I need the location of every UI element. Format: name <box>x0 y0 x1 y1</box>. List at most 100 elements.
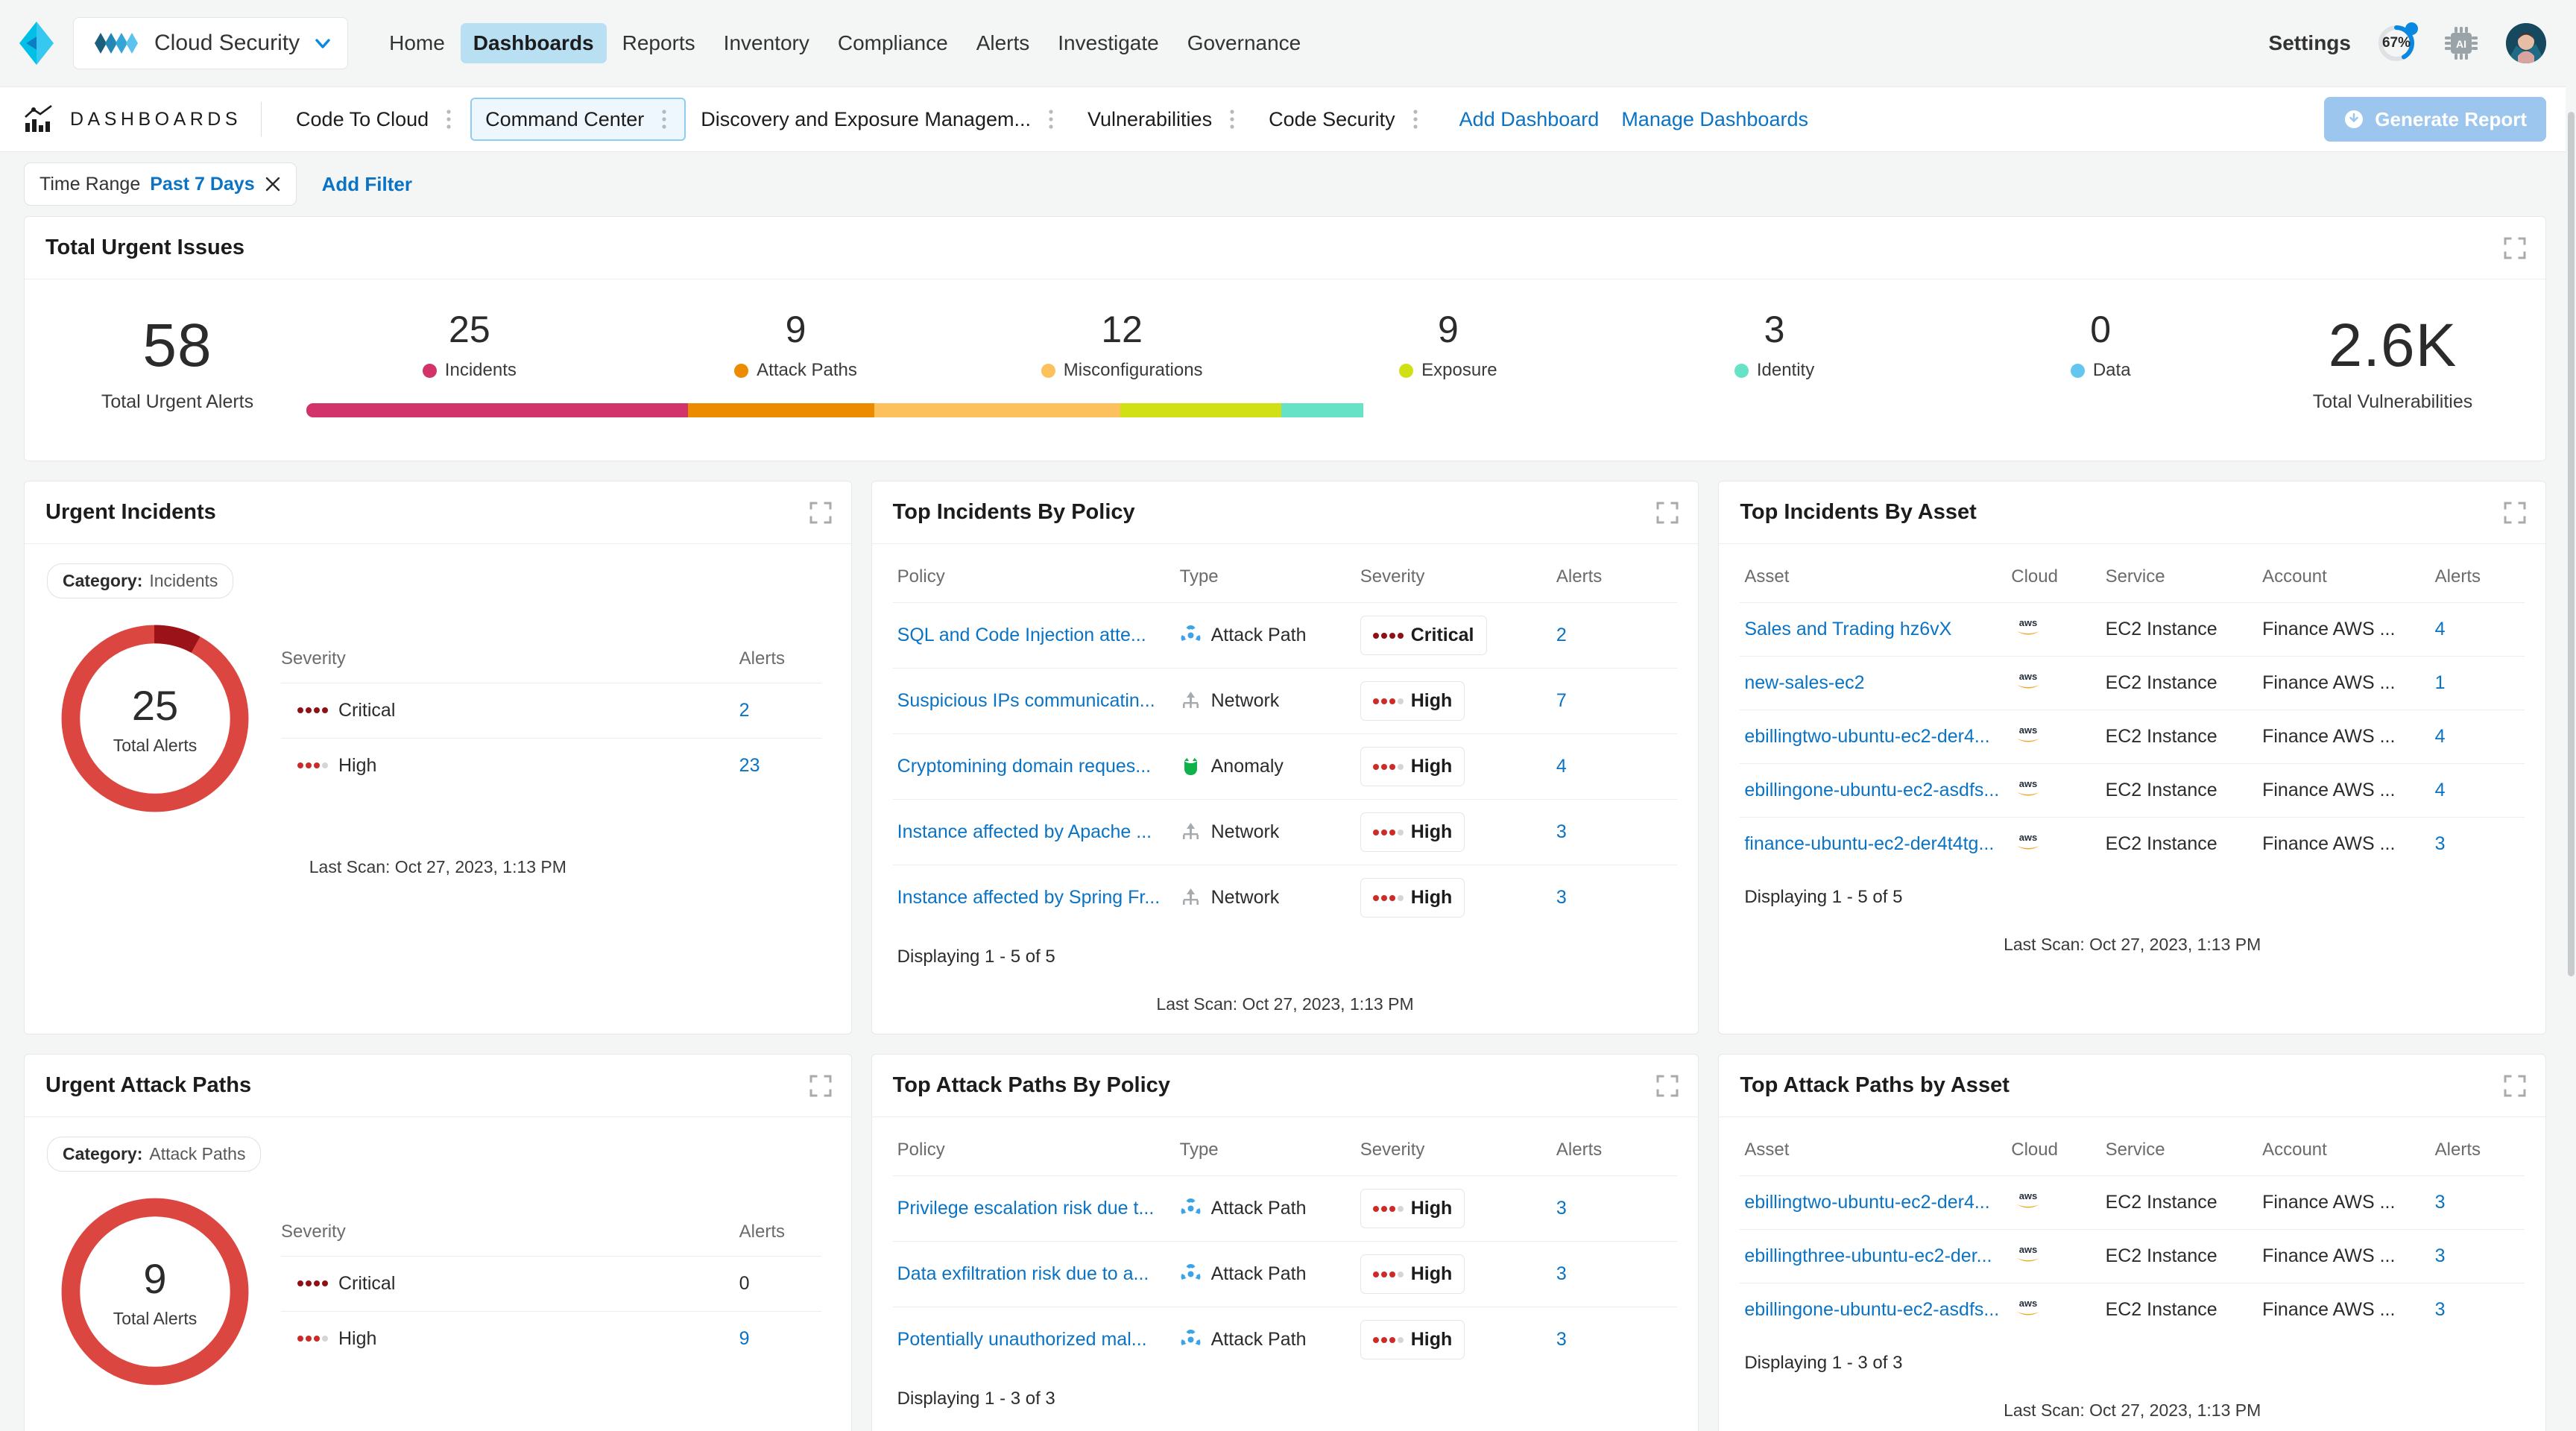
asset-link[interactable]: ebillingone-ubuntu-ec2-asdfs... <box>1744 1299 2002 1321</box>
alert-count-link[interactable]: 4 <box>2435 780 2446 800</box>
onboarding-progress-ring[interactable]: 67% <box>2376 22 2418 63</box>
bar-segment-attack-paths <box>688 403 874 417</box>
ai-chip-icon[interactable]: AI <box>2442 24 2481 63</box>
asset-link[interactable]: ebillingtwo-ubuntu-ec2-der4... <box>1744 726 2002 748</box>
expand-icon[interactable] <box>809 502 832 524</box>
policy-link[interactable]: Instance affected by Apache ... <box>897 821 1171 843</box>
aws-logo: aws <box>2017 724 2040 742</box>
account-value: Finance AWS ... <box>2262 672 2396 693</box>
bar-segment-incidents <box>306 403 689 417</box>
alert-count-link[interactable]: 3 <box>1556 1329 1567 1350</box>
severity-alert-count[interactable]: 23 <box>739 755 821 777</box>
asset-link[interactable]: Sales and Trading hz6vX <box>1744 619 2002 640</box>
nav-item-alerts[interactable]: Alerts <box>964 23 1043 63</box>
expand-icon[interactable] <box>2504 1075 2526 1097</box>
alert-count-link[interactable]: 3 <box>2435 833 2446 854</box>
metric-misconfigurations[interactable]: 12 Misconfigurations <box>959 311 1285 381</box>
alert-count-link[interactable]: 1 <box>2435 672 2446 693</box>
avatar[interactable] <box>2506 23 2546 63</box>
policy-link[interactable]: SQL and Code Injection atte... <box>897 625 1171 646</box>
severity-label: Critical <box>338 699 396 721</box>
palo-alto-networks-logo[interactable] <box>19 22 54 65</box>
alert-count-link[interactable]: 4 <box>1556 756 1567 777</box>
asset-link[interactable]: ebillingtwo-ubuntu-ec2-der4... <box>1744 1192 2002 1213</box>
expand-icon[interactable] <box>2504 237 2526 259</box>
metric-attack-paths[interactable]: 9 Attack Paths <box>633 311 959 381</box>
filter-value[interactable]: Past 7 Days <box>150 174 254 195</box>
nav-item-reports[interactable]: Reports <box>610 23 708 63</box>
alert-count-link[interactable]: 3 <box>2435 1192 2446 1213</box>
policy-link[interactable]: Data exfiltration risk due to a... <box>897 1263 1171 1285</box>
metric-incidents[interactable]: 25 Incidents <box>306 311 633 381</box>
tab-discovery-and-exposure-management[interactable]: Discovery and Exposure Managem... <box>686 98 1073 141</box>
page-scrollbar[interactable] <box>2566 86 2576 1431</box>
asset-link[interactable]: new-sales-ec2 <box>1744 672 2002 694</box>
settings-link[interactable]: Settings <box>2269 31 2351 55</box>
aws-logo: aws <box>2017 778 2040 796</box>
nav-item-home[interactable]: Home <box>376 23 458 63</box>
kebab-menu-icon[interactable] <box>1041 107 1061 132</box>
expand-icon[interactable] <box>2504 502 2526 524</box>
alert-count-link[interactable]: 3 <box>1556 1198 1567 1219</box>
table-body: Policy Type Severity Alerts Privilege es… <box>872 1117 1699 1431</box>
tab-code-security[interactable]: Code Security <box>1254 98 1437 141</box>
tab-code-to-cloud[interactable]: Code To Cloud <box>281 98 470 141</box>
close-icon[interactable] <box>265 176 281 192</box>
add-dashboard-link[interactable]: Add Dashboard <box>1459 108 1600 131</box>
metric-exposure[interactable]: 9 Exposure <box>1285 311 1611 381</box>
manage-dashboards-link[interactable]: Manage Dashboards <box>1621 108 1808 131</box>
nav-item-compliance[interactable]: Compliance <box>825 23 961 63</box>
asset-link[interactable]: finance-ubuntu-ec2-der4t4tg... <box>1744 833 2002 855</box>
attack-path-icon <box>1181 1198 1201 1214</box>
alert-count-link[interactable]: 7 <box>1556 690 1567 711</box>
kebab-menu-icon[interactable] <box>1406 107 1425 132</box>
severity-alert-count[interactable]: 9 <box>739 1328 821 1350</box>
nav-item-inventory[interactable]: Inventory <box>711 23 822 63</box>
filter-chip-time-range[interactable]: Time Range Past 7 Days <box>24 162 297 206</box>
severity-row-critical: Critical 2 <box>281 682 821 738</box>
alert-count-link[interactable]: 3 <box>1556 1263 1567 1284</box>
alert-count-link[interactable]: 2 <box>1556 625 1567 645</box>
expand-icon[interactable] <box>1656 502 1679 524</box>
alert-count-link[interactable]: 4 <box>2435 619 2446 639</box>
tab-command-center[interactable]: Command Center <box>470 98 686 141</box>
nav-item-governance[interactable]: Governance <box>1175 23 1314 63</box>
generate-report-button[interactable]: Generate Report <box>2324 97 2546 142</box>
kebab-menu-icon[interactable] <box>654 107 674 132</box>
kebab-menu-icon[interactable] <box>439 107 458 132</box>
severity-dots-icon <box>1372 1336 1404 1343</box>
add-filter-button[interactable]: Add Filter <box>322 173 412 196</box>
alert-count-link[interactable]: 3 <box>2435 1245 2446 1266</box>
nav-item-investigate[interactable]: Investigate <box>1045 23 1171 63</box>
dashboards-chart-icon <box>25 105 52 132</box>
alert-count-link[interactable]: 4 <box>2435 726 2446 747</box>
severity-alert-count[interactable]: 2 <box>739 700 821 721</box>
table-body: Asset Cloud Service Account Alerts Sales… <box>1719 544 2545 974</box>
chevron-down-icon[interactable] <box>313 34 332 53</box>
policy-link[interactable]: Cryptomining domain reques... <box>897 756 1171 777</box>
alert-count-link[interactable]: 3 <box>2435 1299 2446 1320</box>
tab-vulnerabilities[interactable]: Vulnerabilities <box>1073 98 1254 141</box>
category-chip[interactable]: Category: Incidents <box>47 563 234 598</box>
metric-data[interactable]: 0 Data <box>1937 311 2264 381</box>
expand-icon[interactable] <box>1656 1075 1679 1097</box>
table-row: ebillingtwo-ubuntu-ec2-der4... aws EC2 I… <box>1740 710 2525 764</box>
scrollbar-thumb[interactable] <box>2568 112 2575 976</box>
metric-identity[interactable]: 3 Identity <box>1611 311 1938 381</box>
policy-link[interactable]: Privilege escalation risk due t... <box>897 1198 1171 1219</box>
metric-legend: Attack Paths <box>633 360 959 381</box>
policy-link[interactable]: Instance affected by Spring Fr... <box>897 887 1171 909</box>
alert-count-link[interactable]: 3 <box>1556 821 1567 842</box>
policy-link[interactable]: Potentially unauthorized mal... <box>897 1329 1171 1351</box>
pagination-summary: Displaying 1 - 5 of 5 <box>897 947 1055 967</box>
tenant-selector[interactable]: Cloud Security <box>73 17 349 69</box>
policy-link[interactable]: Suspicious IPs communicatin... <box>897 690 1171 712</box>
expand-icon[interactable] <box>809 1075 832 1097</box>
filter-bar: Time Range Past 7 Days Add Filter <box>0 152 2576 216</box>
category-chip[interactable]: Category: Attack Paths <box>47 1137 262 1172</box>
kebab-menu-icon[interactable] <box>1222 107 1242 132</box>
nav-item-dashboards[interactable]: Dashboards <box>460 23 607 63</box>
asset-link[interactable]: ebillingthree-ubuntu-ec2-der... <box>1744 1245 2002 1267</box>
asset-link[interactable]: ebillingone-ubuntu-ec2-asdfs... <box>1744 780 2002 801</box>
alert-count-link[interactable]: 3 <box>1556 887 1567 908</box>
